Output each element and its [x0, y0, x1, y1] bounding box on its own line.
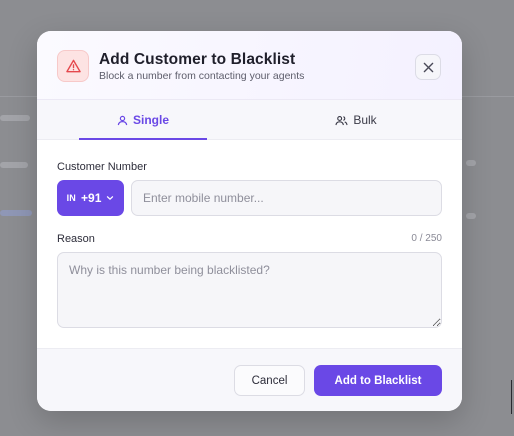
background-divider: [511, 380, 512, 414]
modal-subtitle: Block a number from contacting your agen…: [99, 70, 305, 82]
tab-bulk-label: Bulk: [353, 113, 377, 127]
user-icon: [117, 115, 128, 125]
modal-header: Add Customer to Blacklist Block a number…: [37, 31, 462, 100]
close-icon: [423, 62, 433, 72]
warning-triangle-icon: [65, 59, 81, 73]
country-code-dropdown[interactable]: IN +91: [57, 180, 124, 216]
close-button[interactable]: [415, 54, 441, 80]
background-text: [466, 160, 476, 166]
reason-char-counter: 0 / 250: [411, 233, 442, 244]
phone-number-input[interactable]: [131, 180, 442, 216]
mode-tabs: Single Bulk: [37, 100, 462, 140]
background-text: [0, 162, 28, 168]
blacklist-modal: Add Customer to Blacklist Block a number…: [37, 31, 462, 411]
background-text: [466, 213, 476, 219]
users-icon: [335, 115, 348, 125]
background-text: [0, 210, 32, 216]
reason-textarea[interactable]: [57, 252, 442, 328]
active-tab-indicator: [79, 138, 207, 140]
add-to-blacklist-button[interactable]: Add to Blacklist: [314, 365, 442, 396]
chevron-down-icon: [107, 196, 114, 200]
warning-badge: [57, 50, 89, 82]
modal-title: Add Customer to Blacklist: [99, 51, 296, 68]
background-text: [0, 115, 30, 121]
reason-label: Reason: [57, 233, 95, 245]
tab-single-label: Single: [132, 113, 169, 127]
cancel-button[interactable]: Cancel: [234, 365, 305, 396]
tab-single[interactable]: Single: [79, 100, 207, 140]
modal-footer: Cancel Add to Blacklist: [37, 348, 462, 411]
background-divider: [0, 96, 37, 97]
customer-number-label: Customer Number: [57, 161, 147, 173]
country-flag: IN: [66, 193, 77, 203]
tab-bulk[interactable]: Bulk: [292, 100, 420, 140]
dial-code: +91: [81, 191, 102, 205]
background-divider: [462, 96, 514, 97]
